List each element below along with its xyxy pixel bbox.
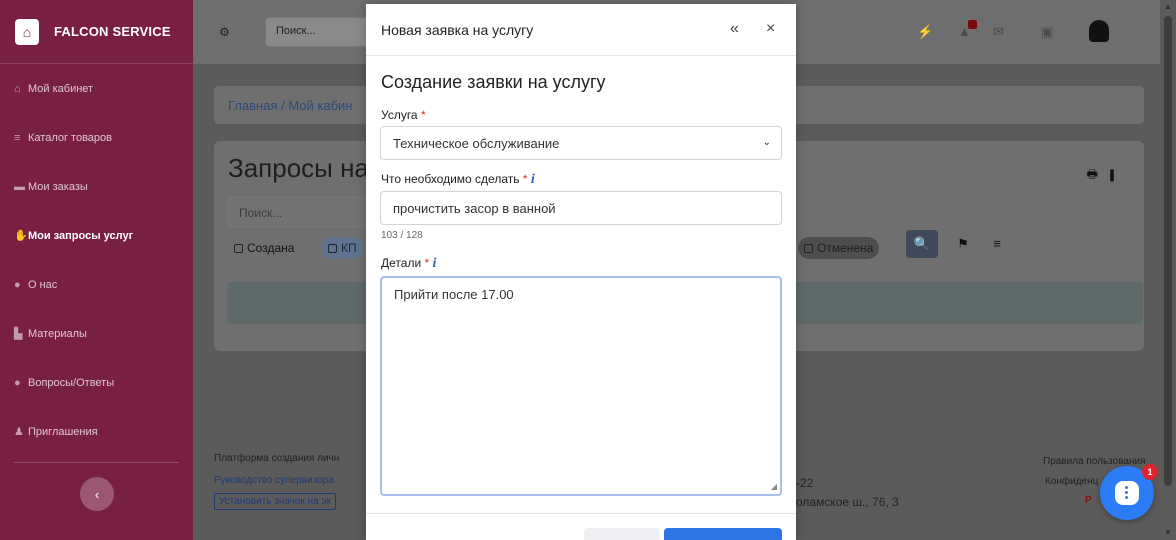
submit-button[interactable] [664, 528, 782, 540]
checkbox-icon [804, 244, 813, 253]
filter-label: Отменена [817, 241, 874, 255]
chat-unread-badge: 1 [1142, 464, 1158, 480]
todo-label-text: Что необходимо сделать [381, 172, 520, 186]
close-button[interactable]: × [766, 20, 775, 38]
sidebar-item-label: Мои запросы услуг [28, 229, 134, 242]
chat-icon[interactable]: ▣ [1041, 24, 1053, 40]
sidebar-item-label: Каталог товаров [28, 131, 112, 144]
requests-search-input[interactable]: Поиск... [228, 197, 368, 227]
resize-handle-icon[interactable]: ◢ [771, 482, 777, 491]
home-icon: ⌂ [14, 82, 21, 95]
sidebar-item-cabinet[interactable]: ⌂ Мой кабинет [0, 64, 193, 113]
details-label-text: Детали [381, 256, 422, 270]
collapse-sidebar-button[interactable]: ‹ [80, 477, 114, 511]
new-request-modal: Новая заявка на услугу « × Создание заяв… [366, 4, 796, 540]
privacy-link[interactable]: Конфиденц [1045, 476, 1098, 487]
sidebar-item-label: Материалы [28, 327, 87, 340]
details-text: Прийти после 17.00 [394, 287, 514, 302]
sidebar-item-about[interactable]: ● О нас [0, 260, 193, 309]
question-icon: ● [14, 376, 21, 389]
filter-kp[interactable]: КП [322, 237, 363, 259]
filter-clear-icon: ⚑ [957, 236, 969, 251]
sidebar-item-label: Приглашения [28, 425, 98, 438]
details-label: Детали * i [381, 256, 436, 272]
filter-label: КП [341, 241, 357, 255]
sidebar: ⌂ FALCON SERVICE ⌂ Мой кабинет ≡ Каталог… [0, 0, 193, 540]
service-select[interactable]: Техническое обслуживание ⌄ [380, 126, 782, 160]
required-icon: * [522, 172, 528, 186]
users-icon: ♟ [14, 426, 24, 438]
address-fragment: оламское ш., 76, 3 [796, 495, 899, 509]
info-icon: ● [14, 278, 21, 291]
todo-input[interactable]: прочистить засор в ванной [380, 191, 782, 225]
modal-footer [366, 513, 796, 514]
sidebar-item-label: О нас [28, 278, 58, 291]
filter-cancelled[interactable]: Отменена [798, 237, 880, 259]
sidebar-item-catalog[interactable]: ≡ Каталог товаров [0, 113, 193, 162]
required-icon: * [420, 108, 426, 122]
sidebar-item-label: Вопросы/Ответы [28, 376, 115, 389]
search-button[interactable]: 🔍 [906, 230, 938, 258]
details-textarea[interactable]: Прийти после 17.00 ◢ [380, 276, 782, 496]
close-icon: × [766, 20, 776, 37]
form-heading: Создание заявки на услугу [381, 72, 606, 92]
scroll-down-icon[interactable]: ▼ [1164, 528, 1172, 537]
menu-icon: ≡ [993, 236, 1001, 251]
sidebar-item-invitations[interactable]: ♟ Приглашения [0, 407, 193, 456]
info-icon[interactable]: i [433, 256, 437, 271]
pdf-link[interactable]: P [1085, 495, 1092, 506]
lightning-icon[interactable]: ⚡ [917, 24, 933, 40]
mail-icon[interactable]: ✉ [993, 24, 1004, 40]
sidebar-item-label: Мои заказы [28, 180, 88, 193]
brand[interactable]: ⌂ FALCON SERVICE [0, 0, 193, 64]
scroll-up-icon[interactable]: ▲ [1164, 2, 1172, 11]
info-icon[interactable]: i [531, 172, 535, 187]
hand-icon: ✋ [14, 230, 28, 242]
checkbox-icon [328, 244, 337, 253]
sidebar-item-label: Мой кабинет [28, 82, 94, 95]
search-icon: 🔍 [913, 236, 931, 251]
todo-label: Что необходимо сделать * i [381, 172, 535, 188]
sidebar-item-service-requests[interactable]: ✋ Мои запросы услуг [0, 211, 193, 260]
list-icon: ≡ [14, 131, 21, 144]
folder-icon: ▙ [14, 328, 23, 340]
phone-fragment: -22 [796, 476, 814, 490]
sidebar-item-materials[interactable]: ▙ Материалы [0, 309, 193, 358]
page-title: Запросы на [228, 153, 369, 183]
export-icons[interactable]: 🖶▮ [1087, 165, 1126, 186]
guide-link[interactable]: Руководство супервизора [214, 475, 334, 486]
scroll-thumb[interactable] [1164, 16, 1172, 486]
install-icon-button[interactable]: Установить значок на эк [214, 493, 336, 510]
page-scrollbar[interactable]: ▲ ▼ [1160, 0, 1176, 540]
sidebar-divider [14, 462, 179, 463]
service-label-text: Услуга [381, 108, 418, 122]
char-counter: 103 / 128 [381, 230, 423, 241]
filter-created[interactable]: Создана [228, 237, 300, 259]
service-selected-value: Техническое обслуживание [393, 136, 560, 151]
lock-logo-icon: ⌂ [15, 18, 39, 45]
notification-badge [968, 20, 977, 29]
platform-text: Платформа создания личн [214, 453, 340, 464]
chevron-left-icon: ‹ [94, 486, 100, 502]
cancel-button[interactable] [584, 528, 660, 540]
checkbox-icon [234, 244, 243, 253]
required-icon: * [424, 256, 430, 270]
user-avatar[interactable] [1089, 20, 1109, 42]
cart-icon: ▬ [14, 180, 25, 193]
filter-label: Создана [247, 241, 295, 255]
brand-name: FALCON SERVICE [54, 24, 171, 39]
service-label: Услуга * [381, 108, 426, 122]
clear-filter-button[interactable]: ⚑ [950, 230, 976, 258]
menu-button[interactable]: ≡ [984, 230, 1010, 258]
sidebar-item-faq[interactable]: ● Вопросы/Ответы [0, 358, 193, 407]
collapse-panel-button[interactable]: « [730, 20, 739, 38]
chevron-down-icon: ⌄ [762, 137, 771, 148]
settings-icon[interactable]: ⚙ [219, 25, 230, 39]
modal-title: Новая заявка на услугу [381, 21, 534, 38]
chat-bubble-icon [1115, 481, 1139, 505]
double-chevron-left-icon: « [730, 20, 739, 37]
sidebar-item-orders[interactable]: ▬ Мои заказы [0, 162, 193, 211]
